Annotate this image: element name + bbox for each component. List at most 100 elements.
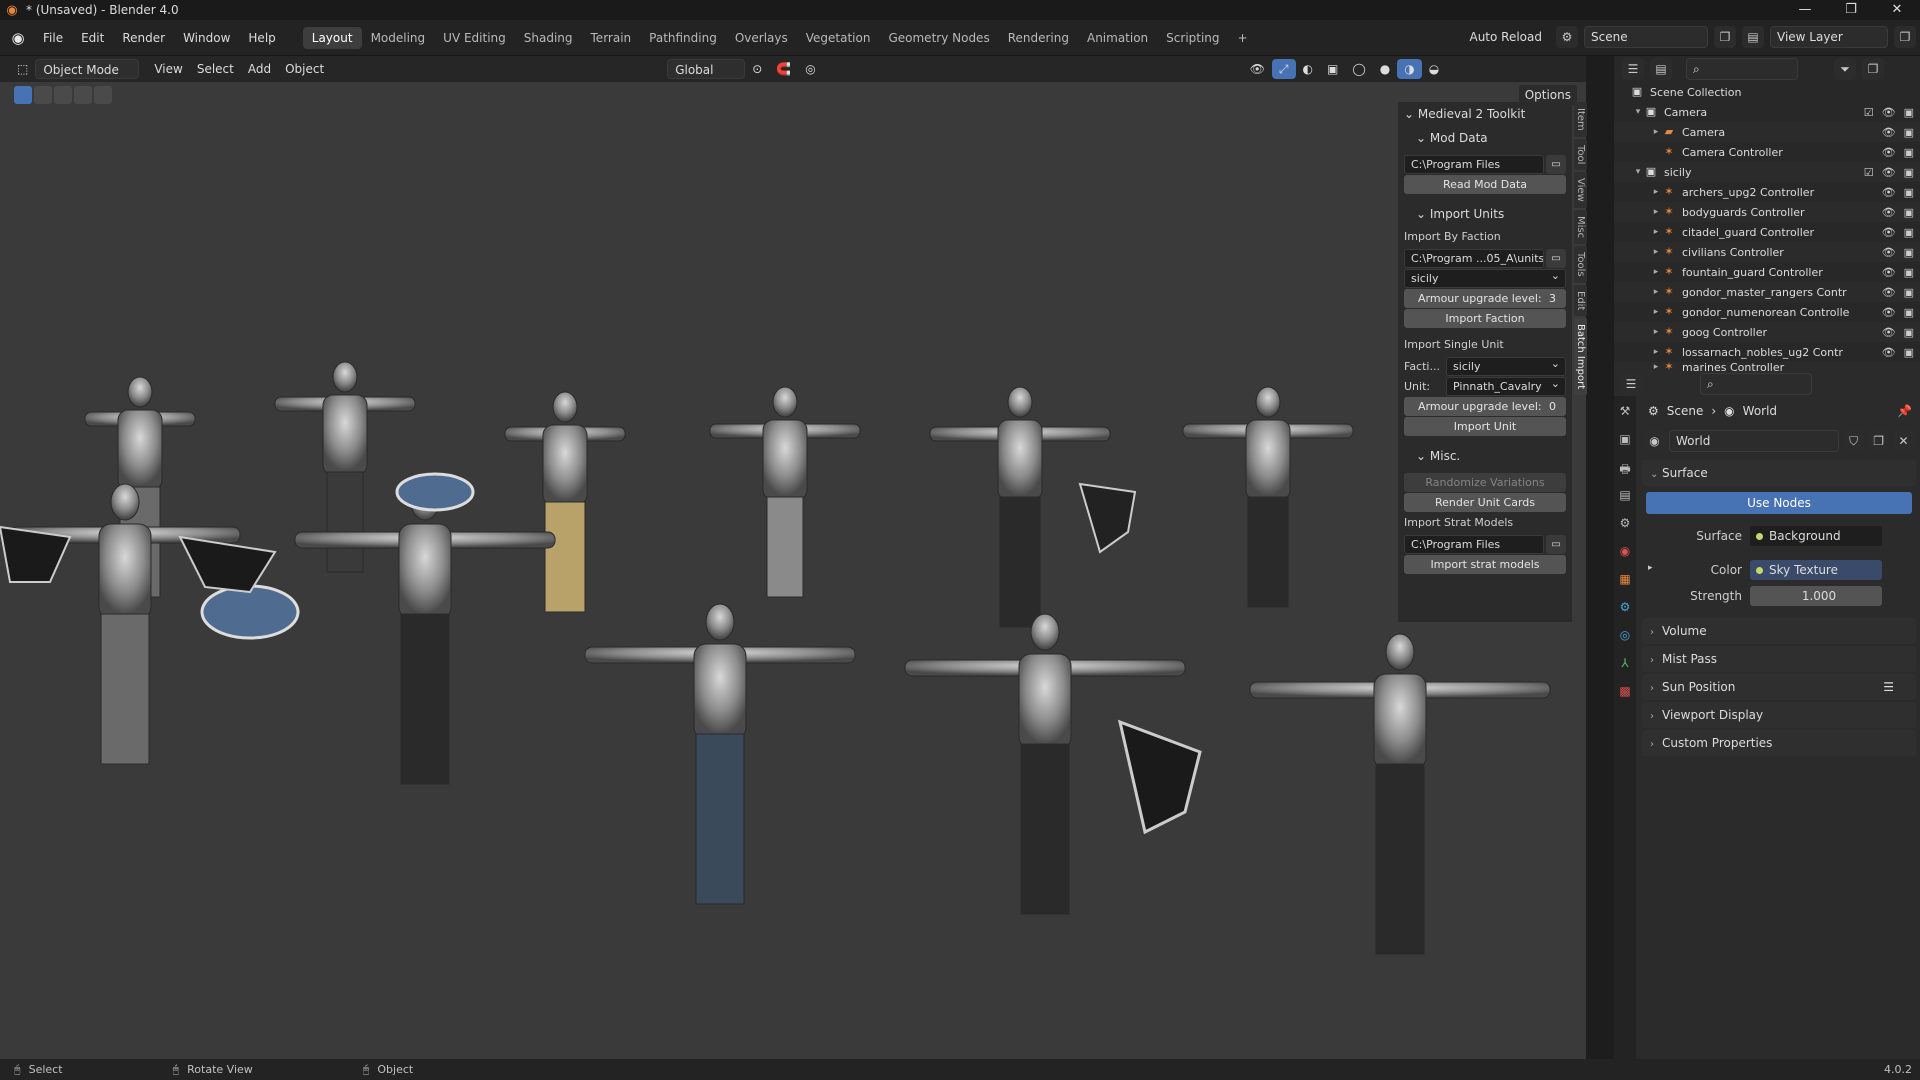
surface-panel-header[interactable]: ⌄ Surface — [1642, 460, 1916, 486]
expand-arrow-icon[interactable]: ▸ — [1650, 187, 1662, 197]
world-tab-icon[interactable]: ◉ — [1616, 544, 1634, 562]
folder-icon[interactable]: ▭ — [1546, 154, 1566, 174]
pin-icon[interactable]: 📌 — [1897, 404, 1912, 418]
outliner-row[interactable]: ▸ ✶ marines Controller — [1614, 362, 1920, 372]
xray-icon[interactable]: ▣ — [1320, 59, 1345, 79]
tab-modeling[interactable]: Modeling — [362, 27, 435, 49]
render-unit-cards-button[interactable]: Render Unit Cards — [1404, 493, 1566, 512]
import-unit-button[interactable]: Import Unit — [1404, 417, 1566, 436]
menu-object[interactable]: Object — [278, 59, 331, 79]
single-armour-level-field[interactable]: Armour upgrade level: 0 — [1404, 397, 1566, 416]
menu-view[interactable]: View — [147, 59, 189, 79]
eye-icon[interactable]: 👁 — [1882, 286, 1896, 299]
camera-render-icon[interactable]: ▣ — [1904, 266, 1914, 279]
camera-render-icon[interactable]: ▣ — [1904, 206, 1914, 219]
unit-select[interactable]: Pinnath_Cavalry — [1446, 375, 1566, 396]
tab-uv-editing[interactable]: UV Editing — [434, 27, 515, 49]
expand-arrow-icon[interactable]: ▸ — [1638, 563, 1653, 573]
pivot-icon[interactable]: ⊙ — [745, 59, 769, 79]
outliner-row[interactable]: ▸ ✶ citadel_guard Controller 👁 ▣ — [1614, 222, 1920, 242]
proportional-edit-icon[interactable]: ◎ — [798, 59, 822, 79]
texture-tab-icon[interactable]: ▩ — [1616, 684, 1634, 702]
add-workspace-button[interactable]: + — [1229, 27, 1257, 49]
eye-icon[interactable]: 👁 — [1882, 226, 1896, 239]
eye-icon[interactable]: 👁 — [1882, 106, 1896, 119]
tab-pathfinding[interactable]: Pathfinding — [640, 27, 726, 49]
eye-icon[interactable]: 👁 — [1882, 246, 1896, 259]
randomize-variations-button[interactable]: Randomize Variations — [1404, 473, 1566, 492]
camera-render-icon[interactable]: ▣ — [1904, 146, 1914, 159]
auto-reload-label[interactable]: Auto Reload — [1469, 30, 1542, 44]
expand-arrow-icon[interactable]: ▾ — [1632, 107, 1644, 117]
data-tab-icon[interactable]: ⅄ — [1616, 656, 1634, 674]
menu-select[interactable]: Select — [190, 59, 241, 79]
expand-arrow-icon[interactable]: ▸ — [1650, 327, 1662, 337]
read-mod-data-button[interactable]: Read Mod Data — [1404, 175, 1566, 194]
visibility-icon[interactable]: 👁 — [1243, 59, 1272, 79]
tab-geometry-nodes[interactable]: Geometry Nodes — [879, 27, 998, 49]
new-scene-icon[interactable]: ❐ — [1714, 26, 1736, 48]
expand-arrow-icon[interactable]: ▾ — [1632, 167, 1644, 177]
menu-render[interactable]: Render — [113, 26, 174, 50]
tab-edit[interactable]: Edit — [1574, 284, 1587, 317]
eye-icon[interactable]: 👁 — [1882, 186, 1896, 199]
wireframe-shading-icon[interactable]: ◯ — [1345, 59, 1372, 79]
tab-rendering[interactable]: Rendering — [999, 27, 1078, 49]
maximize-button[interactable]: ❐ — [1828, 0, 1874, 20]
outliner-row[interactable]: ▸ ✶ archers_upg2 Controller 👁 ▣ — [1614, 182, 1920, 202]
view-layer-tab-icon[interactable]: ▤ — [1616, 488, 1634, 506]
new-collection-icon[interactable]: ❐ — [1862, 58, 1884, 80]
menu-add[interactable]: Add — [241, 59, 278, 79]
object-tab-icon[interactable]: ▦ — [1616, 572, 1634, 590]
view-layer-icon[interactable]: ▤ — [1742, 26, 1764, 48]
camera-render-icon[interactable]: ▣ — [1904, 286, 1914, 299]
checkbox-icon[interactable]: ☑ — [1864, 106, 1874, 119]
editor-type-icon[interactable]: ⬚ — [10, 59, 35, 79]
scene-tab-icon[interactable]: ⚙ — [1616, 516, 1634, 534]
menu-file[interactable]: File — [34, 26, 72, 50]
outliner-row[interactable]: ▾ ▣ Camera ☑ 👁 ▣ — [1614, 102, 1920, 122]
world-name-field[interactable]: World — [1668, 430, 1840, 452]
tab-vegetation[interactable]: Vegetation — [797, 27, 880, 49]
display-mode-icon[interactable]: ▤ — [1650, 58, 1672, 80]
outliner-row[interactable]: ▸ ✶ bodyguards Controller 👁 ▣ — [1614, 202, 1920, 222]
outliner-row[interactable]: ▸ ✶ fountain_guard Controller 👁 ▣ — [1614, 262, 1920, 282]
tab-item[interactable]: Item — [1574, 102, 1587, 137]
panel-header[interactable]: ⌄ Medieval 2 Toolkit — [1398, 102, 1572, 126]
material-shading-icon[interactable]: ◑ — [1397, 59, 1422, 79]
strat-path-field[interactable]: C:\Program Files — [1404, 534, 1544, 554]
rendered-shading-icon[interactable]: ◒ — [1422, 59, 1446, 79]
units-path-field[interactable]: C:\Program ...05_A\units\ — [1404, 248, 1544, 268]
fake-user-icon[interactable]: ⛉ — [1843, 430, 1865, 452]
camera-render-icon[interactable]: ▣ — [1904, 186, 1914, 199]
duplicate-icon[interactable]: ❐ — [1868, 430, 1890, 452]
physics-tab-icon[interactable]: ◎ — [1616, 628, 1634, 646]
tab-shading[interactable]: Shading — [515, 27, 582, 49]
expand-arrow-icon[interactable]: ▸ — [1650, 127, 1662, 137]
tab-overlays[interactable]: Overlays — [726, 27, 797, 49]
eye-icon[interactable]: 👁 — [1882, 206, 1896, 219]
camera-render-icon[interactable]: ▣ — [1904, 126, 1914, 139]
eye-icon[interactable]: 👁 — [1882, 346, 1896, 359]
eye-icon[interactable]: 👁 — [1882, 166, 1896, 179]
outliner-row[interactable]: ▸ ✶ gondor_master_rangers Contr 👁 ▣ — [1614, 282, 1920, 302]
camera-render-icon[interactable]: ▣ — [1904, 226, 1914, 239]
outliner-row[interactable]: ▸ ✶ civilians Controller 👁 ▣ — [1614, 242, 1920, 262]
output-tab-icon[interactable]: 🖶 — [1616, 460, 1634, 478]
tab-view[interactable]: View — [1574, 172, 1587, 208]
import-faction-button[interactable]: Import Faction — [1404, 309, 1566, 328]
folder-icon[interactable]: ▭ — [1546, 534, 1566, 554]
expand-arrow-icon[interactable]: ▸ — [1650, 307, 1662, 317]
checkbox-icon[interactable]: ☑ — [1864, 166, 1874, 179]
unlink-icon[interactable]: ✕ — [1893, 430, 1914, 452]
expand-arrow-icon[interactable]: ▸ — [1650, 347, 1662, 357]
camera-render-icon[interactable]: ▣ — [1904, 106, 1914, 119]
world-browse-icon[interactable]: ◉ — [1644, 430, 1665, 452]
expand-arrow-icon[interactable]: ▸ — [1650, 287, 1662, 297]
tab-layout[interactable]: Layout — [302, 26, 362, 49]
tab-animation[interactable]: Animation — [1078, 27, 1157, 49]
eye-icon[interactable]: 👁 — [1882, 306, 1896, 319]
properties-search-input[interactable]: ⌕ — [1700, 373, 1812, 395]
tab-misc[interactable]: Misc — [1574, 209, 1587, 245]
menu-help[interactable]: Help — [239, 26, 284, 50]
